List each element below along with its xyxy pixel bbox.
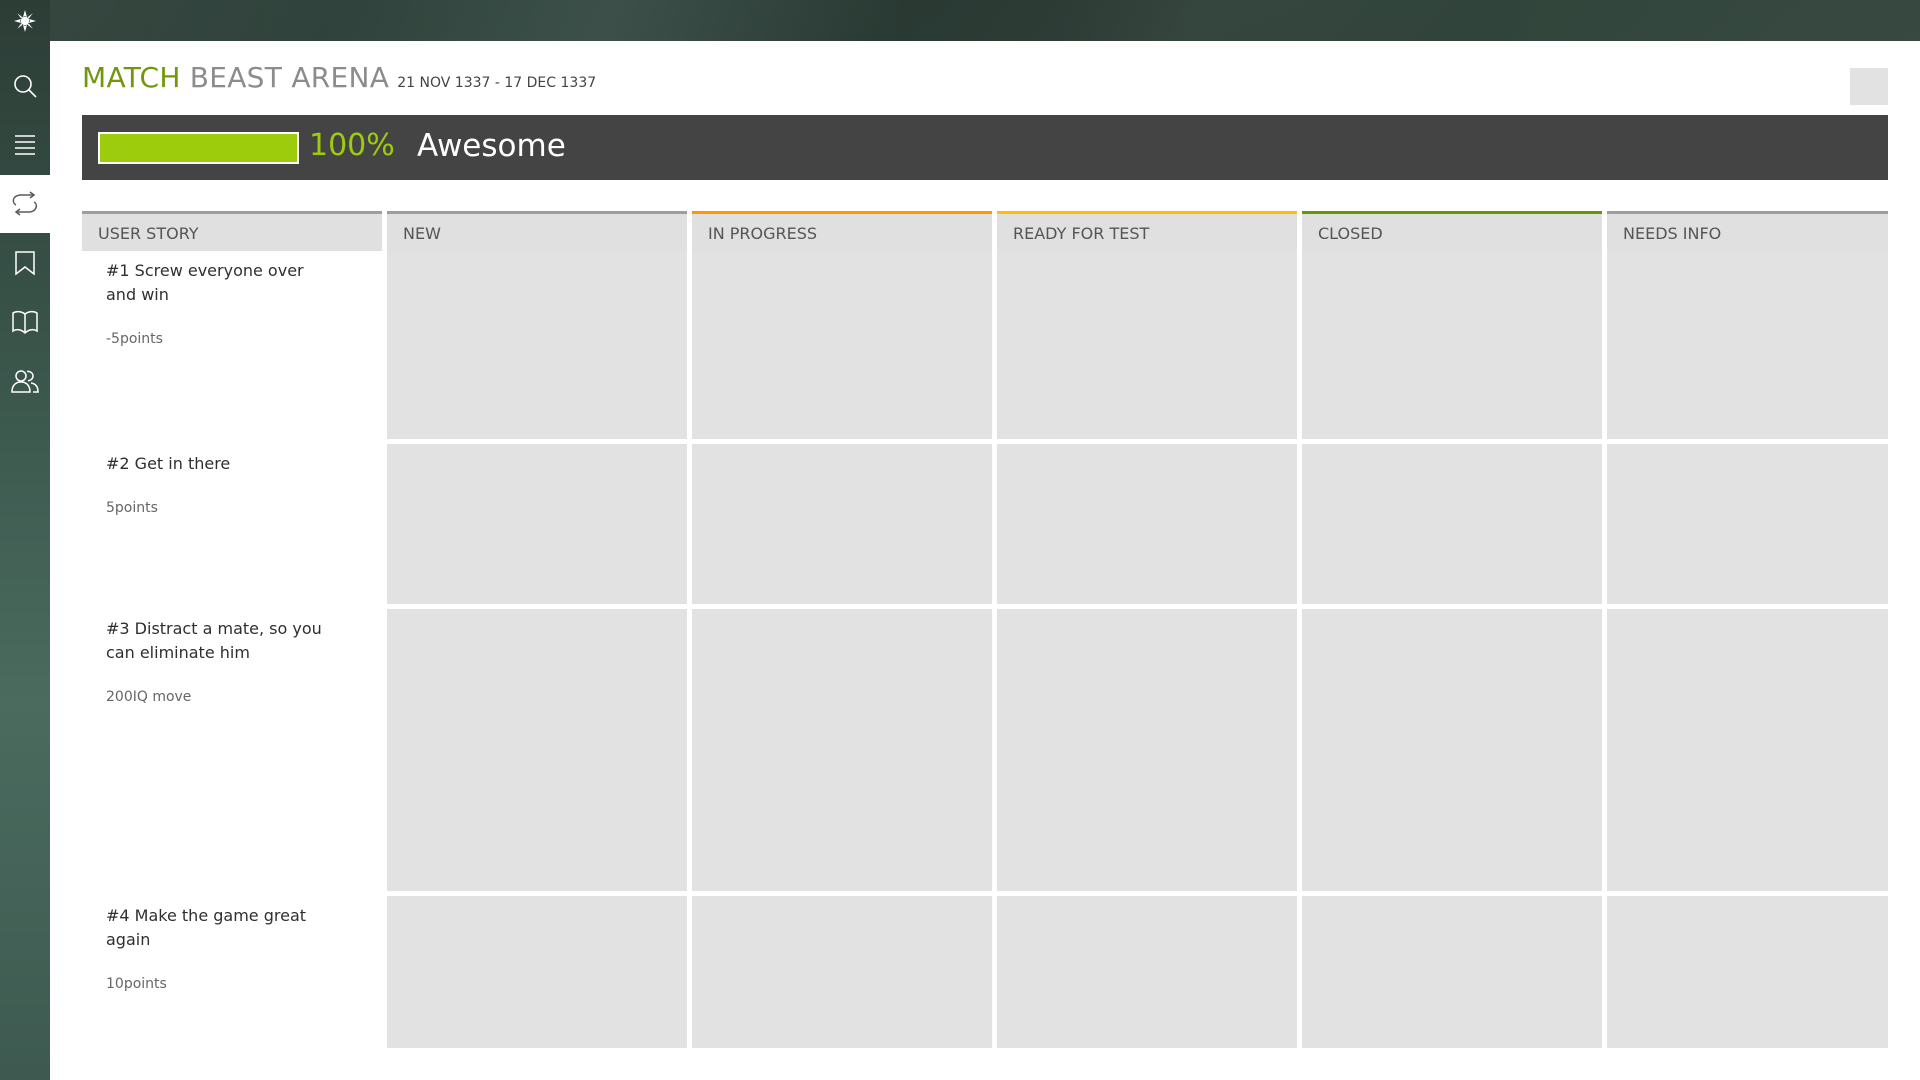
- task-cell[interactable]: [387, 251, 687, 439]
- user-story-row[interactable]: #2 Get in there 5points: [82, 444, 382, 604]
- user-story-points: 5points: [106, 500, 158, 516]
- cycle-icon: [12, 191, 38, 216]
- task-cell[interactable]: [1302, 896, 1602, 1048]
- task-cell[interactable]: [1607, 444, 1888, 604]
- column-header-needs-info[interactable]: NEEDS INFO: [1607, 211, 1888, 251]
- task-cell[interactable]: [387, 444, 687, 604]
- graph-toggle-button[interactable]: [1850, 68, 1888, 105]
- task-cell[interactable]: [1607, 896, 1888, 1048]
- task-cell[interactable]: [387, 896, 687, 1048]
- project-name[interactable]: MATCH: [82, 61, 181, 94]
- book-icon: [12, 310, 38, 335]
- team-icon: [11, 370, 39, 393]
- column-header-closed[interactable]: CLOSED: [1302, 211, 1602, 251]
- user-story-row[interactable]: #4 Make the game great again 10points: [82, 896, 382, 1048]
- progress-fill: [100, 134, 297, 162]
- task-cell[interactable]: [692, 609, 992, 891]
- task-cell[interactable]: [692, 896, 992, 1048]
- nav-issues[interactable]: [0, 234, 50, 292]
- column-header-user-story: USER STORY: [82, 211, 382, 251]
- progress-bar: [98, 132, 299, 164]
- task-cell[interactable]: [997, 444, 1297, 604]
- user-story-title[interactable]: #4 Make the game great again: [106, 904, 336, 952]
- column-header-new[interactable]: NEW: [387, 211, 687, 251]
- task-cell[interactable]: [1302, 251, 1602, 439]
- user-story-points: 200IQ move: [106, 689, 192, 705]
- user-story-title[interactable]: #1 Screw everyone over and win: [106, 259, 336, 307]
- user-story-points: 10points: [106, 976, 167, 992]
- task-cell[interactable]: [997, 251, 1297, 439]
- nav-wiki[interactable]: [0, 293, 50, 351]
- task-cell[interactable]: [692, 444, 992, 604]
- task-cell[interactable]: [692, 251, 992, 439]
- main-nav: [0, 0, 50, 1080]
- taiga-logo-icon[interactable]: [0, 0, 50, 41]
- user-story-title[interactable]: #3 Distract a mate, so you can eliminate…: [106, 617, 336, 665]
- sprint-name: BEAST ARENA: [189, 61, 390, 94]
- user-story-points: -5points: [106, 331, 163, 347]
- top-banner: [0, 0, 1920, 41]
- task-cell[interactable]: [997, 609, 1297, 891]
- user-story-row[interactable]: #1 Screw everyone over and win -5points: [82, 251, 382, 439]
- column-header-in-progress[interactable]: IN PROGRESS: [692, 211, 992, 251]
- task-cell[interactable]: [997, 896, 1297, 1048]
- nav-backlog[interactable]: [0, 116, 50, 174]
- task-cell[interactable]: [1607, 609, 1888, 891]
- menu-icon: [15, 135, 35, 155]
- sprint-dates: 21 NOV 1337 - 17 DEC 1337: [397, 75, 597, 91]
- progress-label: Awesome: [417, 128, 566, 164]
- nav-sprints[interactable]: [0, 175, 50, 233]
- task-cell[interactable]: [1607, 251, 1888, 439]
- nav-search[interactable]: [0, 57, 50, 115]
- task-cell[interactable]: [1302, 609, 1602, 891]
- nav-team[interactable]: [0, 352, 50, 410]
- bookmark-icon: [15, 251, 35, 276]
- progress-percent: 100%: [309, 128, 395, 163]
- task-cell[interactable]: [387, 609, 687, 891]
- user-story-title[interactable]: #2 Get in there: [106, 452, 336, 476]
- sprint-summary: 100% Awesome: [82, 115, 1888, 180]
- task-cell[interactable]: [1302, 444, 1602, 604]
- page-title: MATCH BEAST ARENA 21 NOV 1337 - 17 DEC 1…: [82, 61, 596, 94]
- sprint-taskboard: MATCH BEAST ARENA 21 NOV 1337 - 17 DEC 1…: [50, 41, 1920, 1080]
- search-icon: [14, 75, 37, 98]
- user-story-row[interactable]: #3 Distract a mate, so you can eliminate…: [82, 609, 382, 891]
- column-header-ready-for-test[interactable]: READY FOR TEST: [997, 211, 1297, 251]
